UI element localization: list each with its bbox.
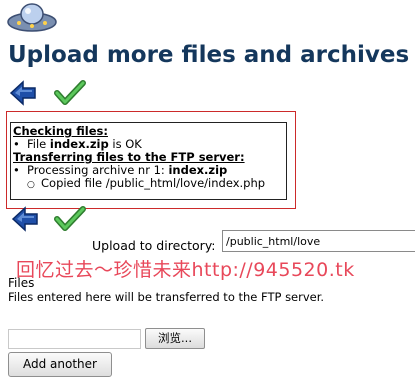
check-item-prefix: File [27,137,50,151]
copied-file-item: Copied file /public_html/love/index.php [13,177,284,192]
page-title: Upload more files and archives [8,42,410,68]
upload-directory-label: Upload to directory: [92,238,216,253]
check-item-suffix: is OK [108,137,142,151]
ufo-logo-icon [6,0,58,36]
watermark-text: 回忆过去～珍惜未来http://945520.tk [16,259,355,281]
transfer-item-file: index.zip [168,163,228,177]
add-another-button[interactable]: Add another [8,352,112,377]
transfer-status-panel: Checking files: File index.zip is OK Tra… [10,122,287,200]
back-arrow-icon[interactable] [10,204,40,234]
back-arrow-icon[interactable] [8,78,38,108]
checkmark-icon[interactable] [54,204,86,234]
browse-button[interactable]: 浏览... [145,328,205,349]
copied-item-text: Copied file /public_html/love/index.php [41,176,266,190]
file-path-field[interactable] [8,329,141,349]
files-description: Files entered here will be transferred t… [8,290,325,304]
check-item-file: index.zip [49,137,109,151]
files-label: Files [8,276,35,290]
transfer-item-prefix: Processing archive nr 1: [27,163,169,177]
checkmark-icon[interactable] [54,78,86,108]
upload-directory-input[interactable] [222,230,415,252]
